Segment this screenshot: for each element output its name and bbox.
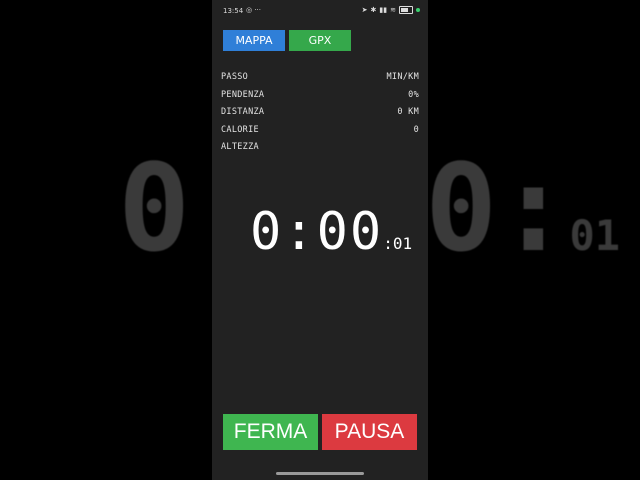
status-bar: 13:54 ◎ ··· ➤ ✱ ▮▮ ≋: [212, 0, 428, 22]
background-echo-small: 01: [569, 211, 621, 260]
signal-icon: ▮▮: [379, 6, 388, 14]
stat-value: 0%: [408, 89, 419, 100]
timer-main: 0:00: [250, 202, 384, 262]
stat-row-altezza: ALTEZZA: [221, 140, 419, 158]
stat-label: PENDENZA: [221, 89, 265, 100]
gesture-nav-handle[interactable]: [276, 472, 364, 475]
stat-label: CALORIE: [221, 124, 259, 135]
notification-icons: ◎ ···: [246, 6, 262, 14]
mappa-button[interactable]: MAPPA: [223, 30, 285, 51]
stat-row-distanza: DISTANZA 0 KM: [221, 105, 419, 123]
background-timer-echo-right: 0:01: [425, 150, 620, 270]
status-right-icons: ➤ ✱ ▮▮ ≋: [362, 6, 420, 14]
ferma-button[interactable]: FERMA: [223, 414, 318, 450]
phone-screen: 13:54 ◎ ··· ➤ ✱ ▮▮ ≋ MAPPA GPX PASSO MIN…: [212, 0, 428, 480]
stat-value: MIN/KM: [386, 72, 419, 82]
stat-row-calorie: CALORIE 0: [221, 123, 419, 141]
timer-seconds: :01: [383, 234, 413, 253]
stat-row-passo: PASSO MIN/KM: [221, 70, 419, 88]
stat-row-pendenza: PENDENZA 0%: [221, 88, 419, 106]
gpx-button[interactable]: GPX: [289, 30, 351, 51]
pausa-button[interactable]: PAUSA: [322, 414, 417, 450]
status-time: 13:54: [223, 7, 244, 15]
background-echo-text: 0:: [425, 140, 570, 279]
bluetooth-icon: ✱: [370, 6, 377, 14]
wifi-icon: ≋: [390, 6, 396, 14]
stat-label: PASSO: [221, 72, 249, 82]
stat-value: 0 KM: [397, 107, 419, 117]
stat-label: DISTANZA: [221, 107, 265, 117]
stat-value: 0: [413, 124, 419, 135]
location-icon: ➤: [361, 6, 368, 14]
elapsed-timer: 0:00:01: [250, 202, 412, 262]
privacy-indicator-icon: [416, 8, 420, 12]
battery-icon: [399, 6, 413, 14]
background-timer-echo-left: 0: [118, 140, 191, 279]
stats-panel: PASSO MIN/KM PENDENZA 0% DISTANZA 0 KM C…: [221, 70, 419, 158]
stat-label: ALTEZZA: [221, 142, 259, 152]
